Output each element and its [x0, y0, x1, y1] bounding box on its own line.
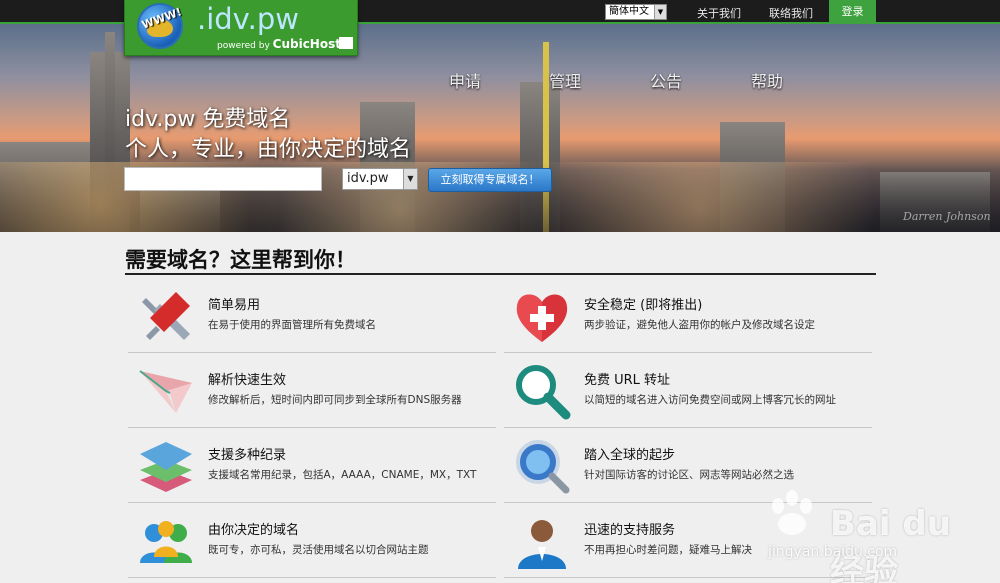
get-domain-button[interactable]: 立刻取得专属域名！ — [428, 168, 552, 192]
feature-title: 支援多种纪录 — [208, 448, 287, 463]
magnifier-icon — [516, 365, 571, 420]
language-select-value: 簡体中文 — [609, 6, 649, 17]
baidu-watermark: Bai du 经验 jingyan.baidu.com — [760, 470, 990, 583]
section-title: 需要域名？这里帮到你！ — [125, 248, 356, 272]
globe-search-icon — [516, 440, 570, 494]
feature-description: 既可专，亦可私，灵活使用域名以切合网站主题 — [208, 544, 429, 556]
nav-apply[interactable]: 申请 — [449, 68, 481, 92]
feature-title: 简单易用 — [208, 298, 261, 313]
watermark-url: jingyan.baidu.com — [768, 544, 898, 560]
feature-title: 安全稳定 (即将推出) — [584, 298, 703, 313]
feature-description: 以简短的域名进入访问免费空间或网上博客冗长的网址 — [584, 394, 836, 406]
logo-domain: .idv.pw — [197, 2, 299, 36]
feature-title: 免费 URL 转址 — [584, 373, 671, 388]
site-logo[interactable]: WWW! .idv.pw powered by CubicHost — [124, 0, 358, 56]
about-us-link[interactable]: 关于我们 — [697, 5, 741, 21]
paper-plane-icon — [139, 370, 192, 413]
users-icon — [140, 521, 192, 563]
feature-title: 由你决定的域名 — [208, 523, 300, 538]
home-icon — [339, 37, 353, 49]
feature-item: 支援多种纪录 支援域名常用纪录，包括A，AAAA，CNAME，MX，TXT — [128, 428, 496, 503]
feature-item: 免费 URL 转址 以简短的域名进入访问免费空间或网上博客冗长的网址 — [504, 353, 872, 428]
feature-description: 修改解析后，短时间内即可同步到全球所有DNS服务器 — [208, 394, 462, 406]
login-button[interactable]: 登录 — [829, 0, 876, 24]
powered-by-brand: CubicHost — [272, 37, 341, 51]
feature-description: 不用再担心时差问题，疑难马上解决 — [584, 544, 752, 556]
feature-title: 踏入全球的起步 — [584, 448, 676, 463]
feature-title: 迅速的支持服务 — [584, 523, 676, 538]
feature-item: 解析快速生效 修改解析后，短时间内即可同步到全球所有DNS服务器 — [128, 353, 496, 428]
hero-subtitle: 个人，专业，由你决定的域名 — [125, 137, 412, 162]
paw-icon — [772, 490, 812, 535]
feature-description: 支援域名常用纪录，包括A，AAAA，CNAME，MX，TXT — [208, 469, 477, 481]
nav-manage[interactable]: 管理 — [549, 68, 581, 92]
section-divider — [125, 273, 876, 275]
feature-description: 两步验证，避免他人盗用你的帐户及修改域名设定 — [584, 319, 815, 331]
chevron-down-icon: ▼ — [654, 5, 666, 19]
language-select[interactable]: 簡体中文 ▼ — [605, 4, 667, 20]
feature-title: 解析快速生效 — [208, 373, 287, 388]
feature-item: 由你决定的域名 既可专，亦可私，灵活使用域名以切合网站主题 — [128, 503, 496, 578]
tld-select-value: idv.pw — [347, 171, 389, 186]
contact-us-link[interactable]: 联络我们 — [769, 5, 813, 21]
chevron-down-icon: ▼ — [403, 169, 417, 189]
heart-shield-icon — [516, 294, 568, 342]
nav-announcements[interactable]: 公告 — [650, 68, 682, 92]
hero-title: idv.pw 免费域名 — [125, 107, 291, 132]
powered-by-prefix: powered by — [217, 41, 273, 51]
feature-description: 在易于使用的界面管理所有免费域名 — [208, 319, 376, 331]
logo-powered-by: powered by CubicHost — [217, 37, 341, 51]
tools-icon — [142, 292, 190, 340]
photo-credit: Darren Johnson — [903, 210, 991, 223]
tld-select[interactable]: idv.pw ▼ — [342, 168, 418, 190]
domain-input[interactable] — [124, 167, 322, 191]
layers-icon — [140, 442, 192, 492]
feature-item: 安全稳定 (即将推出) 两步验证，避免他人盗用你的帐户及修改域名设定 — [504, 278, 872, 353]
support-person-icon — [518, 520, 566, 569]
nav-help[interactable]: 帮助 — [751, 68, 783, 92]
feature-item: 简单易用 在易于使用的界面管理所有免费域名 — [128, 278, 496, 353]
